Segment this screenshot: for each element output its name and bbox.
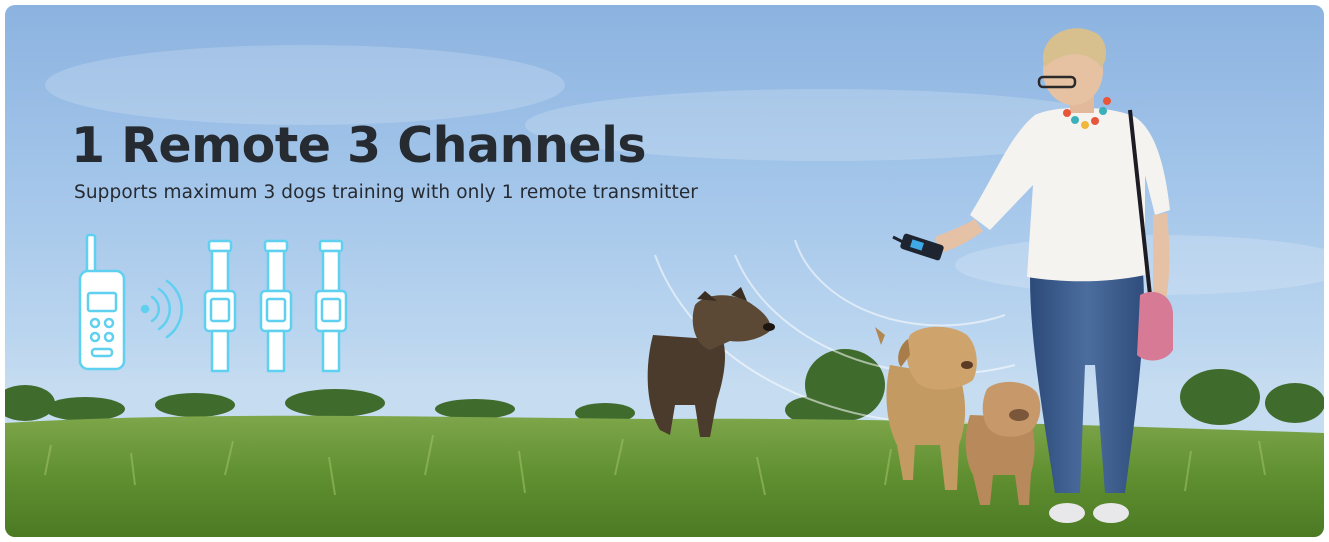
dog-collar-icon — [314, 239, 348, 373]
wireless-signal-icon — [140, 279, 183, 339]
feature-icons — [78, 233, 348, 373]
dog-collar-icon — [259, 239, 293, 373]
headline: 1 Remote 3 Channels — [71, 117, 647, 174]
dog-brindle — [647, 287, 775, 437]
subheadline: Supports maximum 3 dogs training with on… — [74, 182, 699, 203]
remote-transmitter-icon — [78, 233, 126, 371]
product-banner: 1 Remote 3 Channels Supports maximum 3 d… — [5, 5, 1324, 537]
dog-collar-icon — [203, 239, 237, 373]
